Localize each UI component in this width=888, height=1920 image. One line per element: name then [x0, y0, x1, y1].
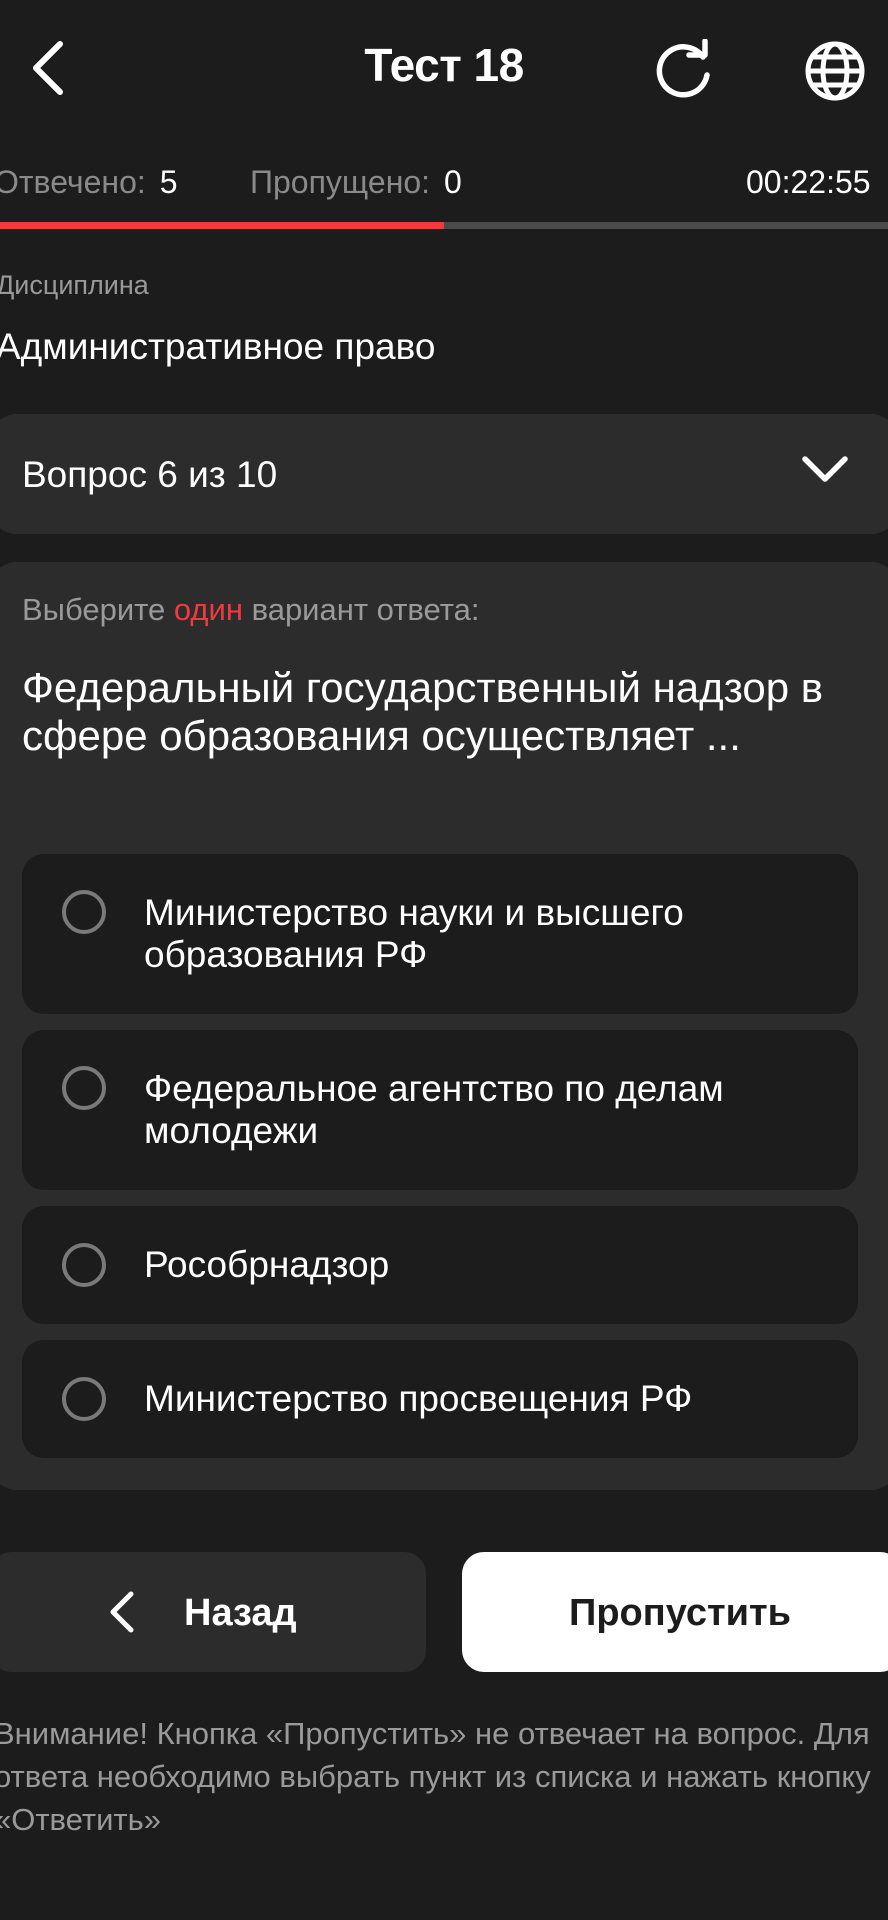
chevron-down-icon — [802, 456, 848, 482]
answer-option-label: Рособрнадзор — [144, 1244, 390, 1285]
answer-option-label: Министерство науки и высшего образования… — [144, 892, 684, 975]
skipped-stat: Пропущено: 0 — [250, 164, 462, 201]
answered-label: Отвечено: — [0, 164, 146, 200]
skip-notice: Внимание! Кнопка «Пропустить» не отвечае… — [0, 1716, 871, 1837]
question-card: Выберите один вариант ответа: Федеральны… — [0, 562, 888, 1490]
refresh-button[interactable] — [650, 36, 718, 104]
refresh-icon — [656, 39, 710, 98]
skip-button[interactable]: Пропустить — [462, 1552, 888, 1672]
language-button[interactable] — [800, 36, 870, 106]
discipline-name: Административное право — [0, 326, 436, 367]
question-selector-label: Вопрос 6 из 10 — [22, 454, 278, 495]
radio-unchecked-icon[interactable] — [62, 1066, 106, 1110]
discipline-label: Дисциплина — [0, 270, 149, 300]
progress-bar — [0, 222, 888, 229]
answer-option-label: Министерство просвещения РФ — [144, 1378, 693, 1419]
instruction-text-end: вариант ответа: — [242, 592, 480, 627]
answer-option[interactable]: Рособрнадзор — [22, 1206, 858, 1324]
question-text: Федеральный государственный надзор в сфе… — [22, 664, 824, 759]
back-button-label: Назад — [184, 1592, 297, 1634]
question-selector[interactable]: Вопрос 6 из 10 — [0, 414, 888, 534]
answer-option[interactable]: Министерство просвещения РФ — [22, 1340, 858, 1458]
answer-option[interactable]: Федеральное агентство по делам молодежи — [22, 1030, 858, 1190]
answer-instruction: Выберите один вариант ответа: — [22, 592, 479, 628]
chevron-left-icon — [110, 1591, 134, 1633]
progress-stats: Отвечено: 5 Пропущено: 0 00:22:55 — [0, 160, 888, 210]
progress-fill — [0, 222, 444, 229]
answered-stat: Отвечено: 5 — [0, 164, 178, 201]
page-title: Тест 18 — [364, 39, 524, 91]
instruction-text: Выберите — [22, 592, 174, 627]
skipped-label: Пропущено: — [250, 164, 431, 200]
radio-unchecked-icon[interactable] — [62, 1243, 106, 1287]
radio-unchecked-icon[interactable] — [62, 890, 106, 934]
radio-unchecked-icon[interactable] — [62, 1377, 106, 1421]
timer: 00:22:55 — [746, 164, 871, 200]
app-header: Тест 18 — [0, 0, 888, 140]
instruction-accent: один — [173, 592, 243, 627]
skip-button-label: Пропустить — [569, 1592, 791, 1634]
skipped-count: 0 — [444, 164, 462, 200]
back-button[interactable]: Назад — [0, 1552, 426, 1672]
answer-option-label: Федеральное агентство по делам молодежи — [144, 1068, 724, 1151]
globe-icon — [805, 41, 865, 101]
answered-count: 5 — [159, 164, 178, 200]
answer-option[interactable]: Министерство науки и высшего образования… — [22, 854, 858, 1014]
